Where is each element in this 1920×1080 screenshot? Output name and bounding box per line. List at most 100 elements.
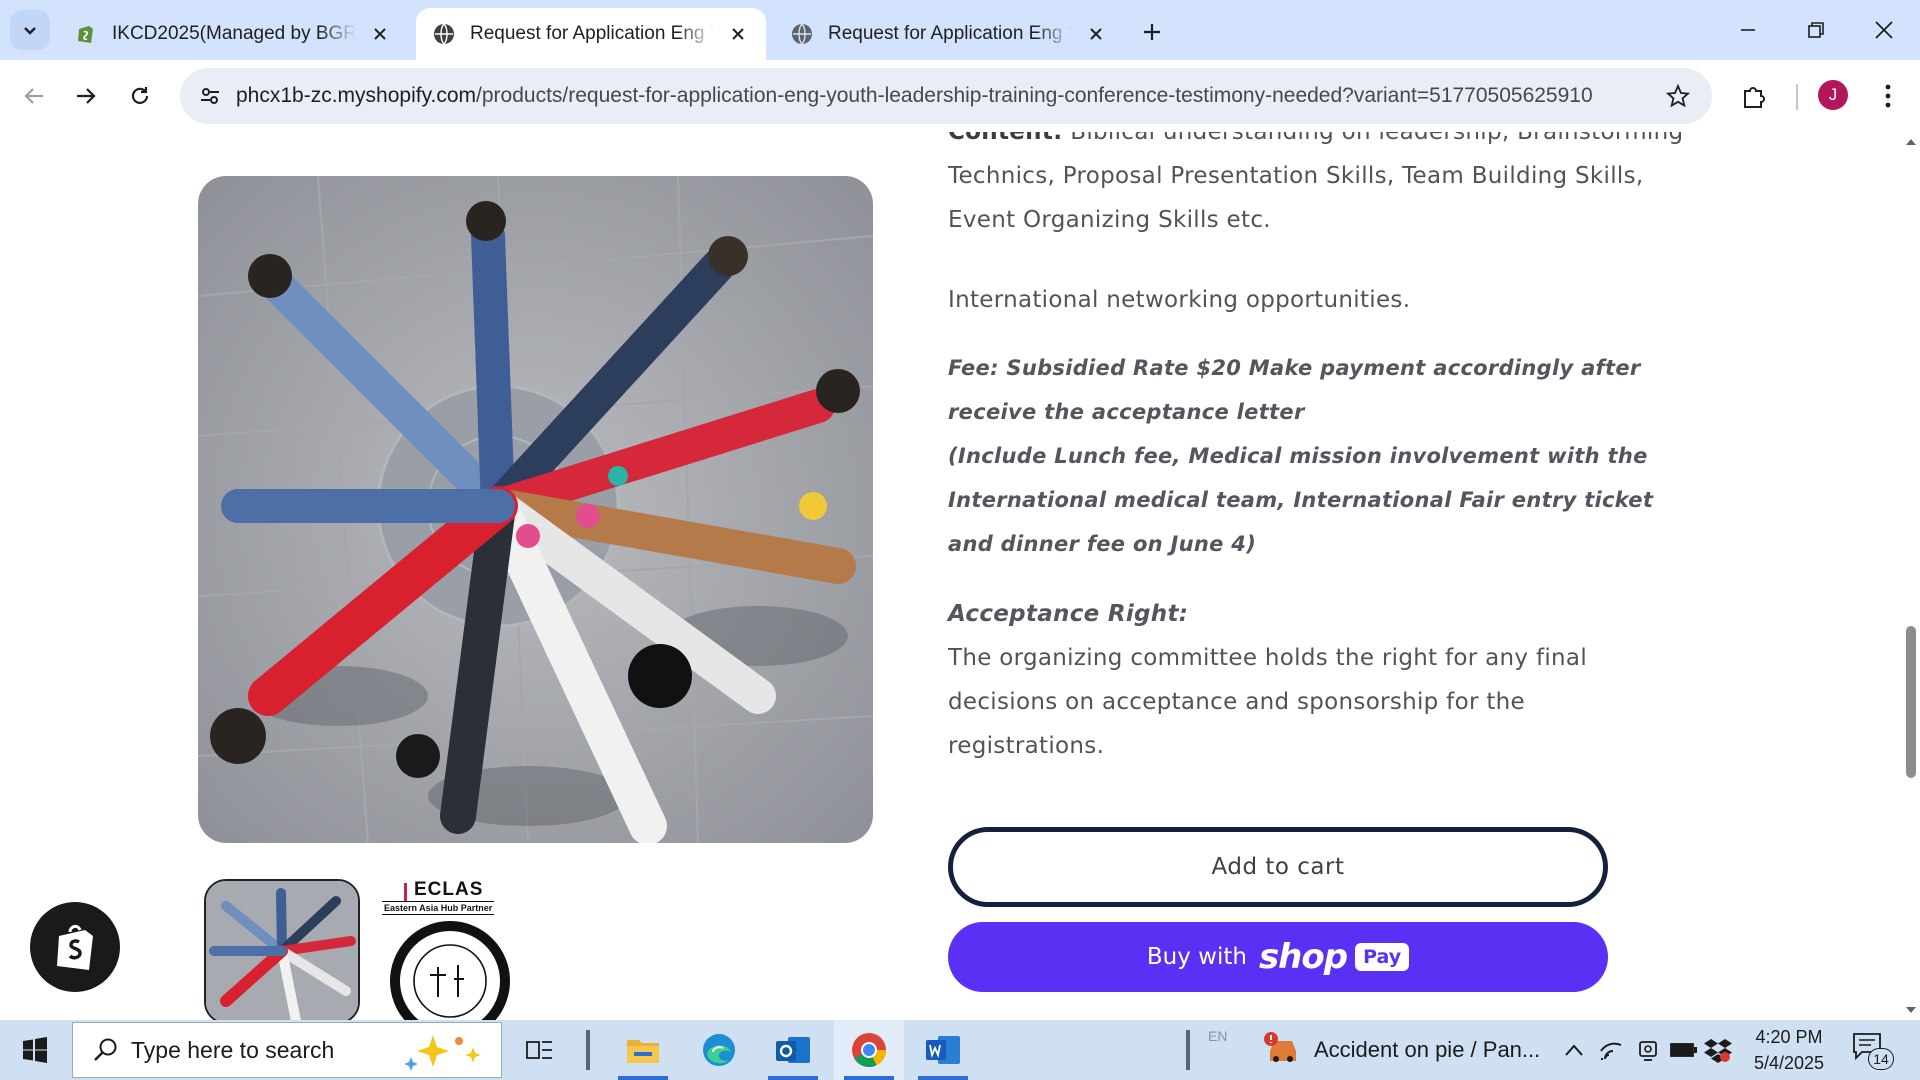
arrow-left-icon <box>24 88 43 104</box>
more-vert-icon <box>1885 84 1891 108</box>
close-icon[interactable] <box>726 22 750 46</box>
restore-button[interactable] <box>1784 0 1848 60</box>
acceptance-heading: Acceptance Right: <box>948 601 1189 627</box>
tab-title: Request for Application Eng You <box>828 23 1072 44</box>
search-highlight-icon <box>404 1035 481 1071</box>
product-thumbnail-1[interactable] <box>204 879 360 1020</box>
notification-center-button[interactable]: 14 <box>1852 1032 1894 1072</box>
chevron-up-icon <box>1565 1044 1583 1056</box>
tab-ikcd[interactable]: IKCD2025(Managed by BGRI) · Pr <box>58 8 408 60</box>
start-button[interactable] <box>0 1020 70 1080</box>
tab-title: Request for Application Eng You <box>470 23 714 44</box>
globe-icon <box>792 23 812 45</box>
toolbar-separator <box>1796 84 1798 110</box>
battery-icon[interactable] <box>1670 1036 1698 1064</box>
scroll-down-arrow-icon[interactable] <box>1905 1004 1917 1016</box>
scroll-thumb[interactable] <box>1906 626 1916 778</box>
file-explorer-button[interactable] <box>608 1020 678 1080</box>
system-clock[interactable]: 4:20 PM 5/4/2025 <box>1744 1024 1834 1076</box>
chevron-down-icon <box>24 27 36 35</box>
taskbar-divider <box>586 1030 590 1070</box>
news-widget[interactable]: Accident on pie / Pan... <box>1262 1020 1540 1080</box>
globe-icon <box>434 23 454 45</box>
chrome-button[interactable] <box>834 1020 904 1080</box>
forward-button[interactable] <box>64 74 108 118</box>
tab-request-active[interactable]: Request for Application Eng You <box>416 8 766 60</box>
close-icon[interactable] <box>368 22 392 46</box>
tab-search-button[interactable] <box>10 10 50 50</box>
show-hidden-icons-button[interactable] <box>1560 1036 1588 1064</box>
product-photo <box>198 176 873 843</box>
windows-logo-icon <box>23 1037 47 1063</box>
shop-wordmark: shop <box>1258 937 1348 977</box>
active-app-indicator <box>918 1076 968 1080</box>
close-window-button[interactable] <box>1852 0 1916 60</box>
word-icon <box>926 1036 960 1064</box>
url-text[interactable]: phcx1b-zc.myshopify.com/products/request… <box>236 84 1593 108</box>
word-button[interactable] <box>908 1020 978 1080</box>
restore-icon <box>1808 22 1824 38</box>
chrome-icon <box>852 1033 887 1068</box>
taskbar-search[interactable]: Type here to search <box>72 1022 502 1078</box>
address-bar[interactable]: phcx1b-zc.myshopify.com/products/request… <box>180 68 1712 124</box>
clock-time: 4:20 PM <box>1755 1027 1823 1047</box>
dropbox-icon[interactable] <box>1704 1036 1732 1064</box>
close-icon[interactable] <box>1084 22 1108 46</box>
menu-button[interactable] <box>1866 74 1910 118</box>
network-icon[interactable] <box>1598 1036 1626 1064</box>
browser-toolbar: phcx1b-zc.myshopify.com/products/request… <box>0 60 1920 132</box>
product-main-image[interactable] <box>198 176 873 843</box>
acceptance-paragraph: The organizing committee holds the right… <box>948 645 1588 759</box>
language-indicator[interactable]: EN <box>1208 1028 1227 1044</box>
active-app-indicator <box>768 1076 818 1080</box>
networking-paragraph: International networking opportunities. <box>948 287 1411 313</box>
url-host: phcx1b-zc.myshopify.com <box>236 84 477 107</box>
puzzle-icon <box>1744 87 1765 108</box>
reload-button[interactable] <box>118 74 162 118</box>
scroll-up-arrow-icon[interactable] <box>1905 136 1917 148</box>
site-info-button[interactable] <box>190 76 230 116</box>
pay-badge: Pay <box>1355 943 1410 971</box>
windows-taskbar: Type here to search EN Accident on pie /… <box>0 1020 1920 1080</box>
edge-button[interactable] <box>684 1020 754 1080</box>
new-tab-button[interactable] <box>1132 12 1172 52</box>
fee-paragraph: Fee: Subsidied Rate $20 Make payment acc… <box>948 356 1641 424</box>
plus-icon <box>1144 24 1160 40</box>
active-app-indicator <box>844 1076 894 1080</box>
page-scrollbar[interactable] <box>1902 132 1920 1020</box>
active-app-indicator <box>618 1076 668 1080</box>
clock-date: 5/4/2025 <box>1753 1053 1825 1073</box>
extensions-button[interactable] <box>1732 74 1776 118</box>
eclas-logo-subtext: Eastern Asia Hub Partner <box>382 901 495 915</box>
arrow-right-icon <box>77 88 96 104</box>
outlook-icon <box>776 1037 810 1063</box>
add-to-cart-button[interactable]: Add to cart <box>948 827 1608 907</box>
shopify-icon <box>78 26 93 43</box>
buy-with-shop-pay-button[interactable]: Buy with shop Pay <box>948 922 1608 992</box>
content-paragraph: Content: Biblical understanding on leade… <box>948 132 1688 242</box>
product-thumbnail-2[interactable]: ECLAS Eastern Asia Hub Partner <box>380 879 520 1020</box>
profile-avatar[interactable]: J <box>1818 80 1848 110</box>
back-button[interactable] <box>12 74 56 118</box>
url-path: /products/request-for-application-eng-yo… <box>476 84 1593 107</box>
buy-with-label: Buy with <box>1146 944 1247 970</box>
bookmark-button[interactable] <box>1658 76 1698 116</box>
shopify-chat-button[interactable] <box>30 902 120 992</box>
star-icon <box>1666 84 1690 108</box>
traffic-alert-icon <box>1264 1032 1296 1062</box>
meet-now-icon[interactable] <box>1634 1036 1662 1064</box>
search-icon <box>81 1037 131 1063</box>
thumbnail-photo <box>206 881 358 1020</box>
outlook-button[interactable] <box>758 1020 828 1080</box>
minimize-button[interactable] <box>1716 0 1780 60</box>
page-viewport: ECLAS Eastern Asia Hub Partner Content: … <box>0 132 1902 1020</box>
task-view-icon <box>526 1041 552 1059</box>
minimize-icon <box>1741 29 1755 31</box>
tab-request-2[interactable]: Request for Application Eng You <box>774 8 1124 60</box>
task-view-button[interactable] <box>505 1020 575 1080</box>
search-placeholder: Type here to search <box>131 1036 335 1063</box>
folder-icon <box>627 1040 659 1063</box>
content-label: Content: <box>948 132 1063 145</box>
fee-details-paragraph: (Include Lunch fee, Medical mission invo… <box>948 444 1654 556</box>
taskbar-divider <box>1186 1030 1190 1070</box>
